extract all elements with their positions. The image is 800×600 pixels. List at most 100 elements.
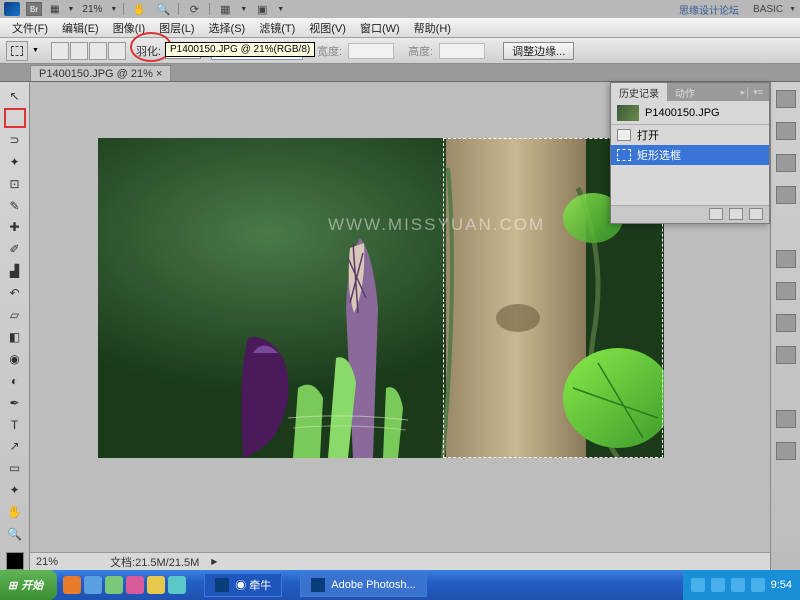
- menu-window[interactable]: 窗口(W): [354, 18, 406, 38]
- healing-tool-icon[interactable]: ✚: [4, 217, 26, 237]
- dock-icon[interactable]: [776, 346, 796, 364]
- status-bar: 21% 文档:21.5M/21.5M ▶: [30, 552, 770, 570]
- status-zoom[interactable]: 21%: [36, 556, 58, 568]
- menu-help[interactable]: 帮助(H): [408, 18, 457, 38]
- snapshot-name: P1400150.JPG: [645, 107, 720, 119]
- arrange-docs-icon[interactable]: ▦: [216, 1, 234, 17]
- selection-mode-group[interactable]: [51, 42, 126, 60]
- task-label: Adobe Photosh...: [331, 579, 415, 591]
- dock-icon[interactable]: [776, 186, 796, 204]
- rotate-view-icon[interactable]: ⟳: [185, 1, 203, 17]
- dock-icon[interactable]: [776, 154, 796, 172]
- trash-icon[interactable]: [749, 208, 763, 220]
- toolbox: ↖ ⊃ ✦ ⊡ ✎ ✚ ✐ ▟ ↶ ▱ ◧ ◉ ◐ ✒ T ↗ ▭ ✦ ✋ 🔍: [0, 82, 30, 570]
- open-step-icon: [617, 129, 631, 141]
- eraser-tool-icon[interactable]: ▱: [4, 305, 26, 325]
- menu-filter[interactable]: 滤镜(T): [253, 18, 301, 38]
- document-tab[interactable]: P1400150.JPG @ 21% ×: [30, 65, 171, 81]
- start-label: 开始: [21, 577, 43, 593]
- view-dropdown[interactable]: ▦: [48, 4, 61, 15]
- status-doc-size[interactable]: 文档:21.5M/21.5M: [110, 554, 199, 570]
- pen-tool-icon[interactable]: ✒: [4, 393, 26, 413]
- tab-history[interactable]: 历史记录: [611, 83, 667, 102]
- ql-icon[interactable]: [84, 576, 102, 594]
- zoom-tool-icon[interactable]: 🔍: [154, 1, 172, 17]
- history-snapshot[interactable]: P1400150.JPG: [611, 101, 769, 125]
- dock-icon[interactable]: [776, 282, 796, 300]
- ql-icon[interactable]: [147, 576, 165, 594]
- dodge-tool-icon[interactable]: ◐: [4, 371, 26, 391]
- hand-tool-icon[interactable]: ✋: [130, 1, 148, 17]
- history-panel: 历史记录 动作 ▸│ ▾≡ P1400150.JPG 打开 矩形选框: [610, 82, 770, 224]
- history-label: 矩形选框: [637, 147, 681, 163]
- dock-icon[interactable]: [776, 90, 796, 108]
- right-dock: [770, 82, 800, 570]
- crop-tool-icon[interactable]: ⊡: [4, 174, 26, 194]
- zoom-tool-icon[interactable]: 🔍: [4, 524, 26, 544]
- tray-icon[interactable]: [711, 578, 725, 592]
- menu-file[interactable]: 文件(F): [6, 18, 54, 38]
- brush-tool-icon[interactable]: ✐: [4, 239, 26, 259]
- menu-edit[interactable]: 编辑(E): [56, 18, 105, 38]
- eyedropper-tool-icon[interactable]: ✎: [4, 196, 26, 216]
- workspace-switcher[interactable]: BASIC: [753, 4, 783, 15]
- task-label: ◉ 牵牛: [235, 577, 271, 593]
- dock-icon[interactable]: [776, 442, 796, 460]
- taskbar-item[interactable]: ◉ 牵牛: [204, 573, 282, 597]
- blur-tool-icon[interactable]: ◉: [4, 349, 26, 369]
- ql-icon[interactable]: [63, 576, 81, 594]
- app-topbar: Br ▦▼ 21%▼ ✋ 🔍 ⟳ ▦▼ ▣▼ 思缘设计论坛 BASIC▼: [0, 0, 800, 18]
- new-snapshot-icon[interactable]: [709, 208, 723, 220]
- hand-tool-icon[interactable]: ✋: [4, 502, 26, 522]
- menu-view[interactable]: 视图(V): [303, 18, 352, 38]
- stamp-tool-icon[interactable]: ▟: [4, 261, 26, 281]
- menu-select[interactable]: 选择(S): [203, 18, 252, 38]
- dock-icon[interactable]: [776, 314, 796, 332]
- brand-text: 思缘设计论坛: [679, 2, 739, 17]
- ql-icon[interactable]: [168, 576, 186, 594]
- panel-menu-icon[interactable]: ▸│ ▾≡: [735, 87, 769, 98]
- snapshot-thumb-icon: [617, 105, 639, 121]
- type-tool-icon[interactable]: T: [4, 415, 26, 435]
- menu-bar: 文件(F) 编辑(E) 图像(I) 图层(L) 选择(S) 滤镜(T) 视图(V…: [0, 18, 800, 38]
- 3d-tool-icon[interactable]: ✦: [4, 480, 26, 500]
- gradient-tool-icon[interactable]: ◧: [4, 327, 26, 347]
- move-tool-icon[interactable]: ↖: [4, 86, 26, 106]
- dock-icon[interactable]: [776, 410, 796, 428]
- menu-image[interactable]: 图像(I): [107, 18, 151, 38]
- wand-tool-icon[interactable]: ✦: [4, 152, 26, 172]
- menu-layer[interactable]: 图层(L): [153, 18, 200, 38]
- width-label: 宽度:: [317, 43, 342, 59]
- height-input: [439, 43, 485, 59]
- screen-mode-icon[interactable]: ▣: [253, 1, 271, 17]
- dock-icon[interactable]: [776, 250, 796, 268]
- tray-icon[interactable]: [731, 578, 745, 592]
- tab-title: P1400150.JPG @ 21% ×: [39, 68, 162, 80]
- bridge-icon[interactable]: Br: [26, 2, 42, 16]
- tray-icon[interactable]: [691, 578, 705, 592]
- taskbar-item[interactable]: Adobe Photosh...: [300, 573, 426, 597]
- clock[interactable]: 9:54: [771, 579, 792, 591]
- shape-tool-icon[interactable]: ▭: [4, 458, 26, 478]
- document-canvas[interactable]: [98, 138, 664, 458]
- refine-edge-button[interactable]: 调整边缘...: [503, 42, 574, 60]
- dock-icon[interactable]: [776, 122, 796, 140]
- history-brush-tool-icon[interactable]: ↶: [4, 283, 26, 303]
- history-item-marquee[interactable]: 矩形选框: [611, 145, 769, 165]
- path-tool-icon[interactable]: ↗: [4, 437, 26, 457]
- start-button[interactable]: ⊞ 开始: [0, 570, 57, 600]
- history-item-open[interactable]: 打开: [611, 125, 769, 145]
- tab-actions[interactable]: 动作: [667, 83, 703, 102]
- marquee-tool-selected-icon[interactable]: [4, 108, 26, 128]
- ql-icon[interactable]: [105, 576, 123, 594]
- tray-icon[interactable]: [751, 578, 765, 592]
- lasso-tool-icon[interactable]: ⊃: [4, 130, 26, 150]
- marquee-tool-icon[interactable]: [6, 41, 28, 61]
- history-label: 打开: [637, 127, 659, 143]
- new-doc-icon[interactable]: [729, 208, 743, 220]
- watermark-text: WWW.MISSYUAN.COM: [328, 215, 545, 235]
- ql-icon[interactable]: [126, 576, 144, 594]
- foreground-color-swatch[interactable]: [6, 552, 24, 570]
- canvas-image: [98, 138, 664, 458]
- zoom-level[interactable]: 21%: [80, 4, 104, 15]
